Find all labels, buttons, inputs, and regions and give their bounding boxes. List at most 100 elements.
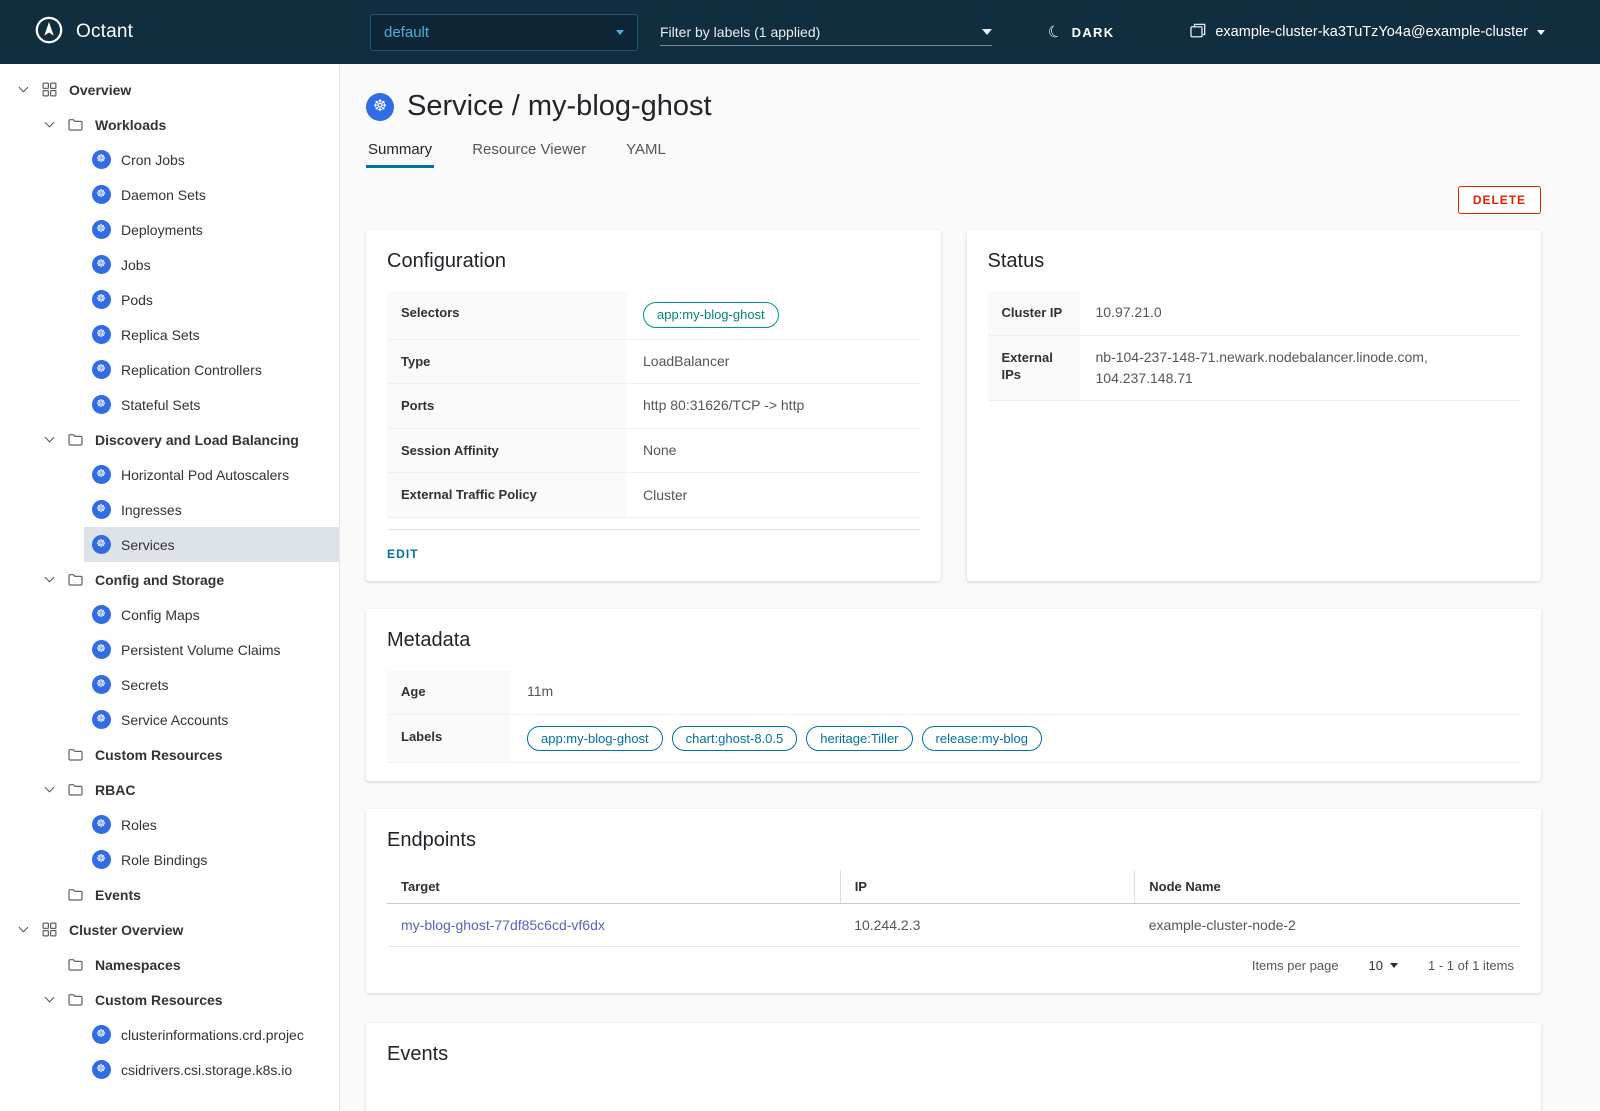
sidebar-item-label: Secrets: [121, 677, 168, 693]
endpoint-target-link[interactable]: my-blog-ghost-77df85c6cd-vf6dx: [401, 917, 605, 933]
sidebar-item-label: Persistent Volume Claims: [121, 642, 281, 658]
sidebar-item-label: Horizontal Pod Autoscalers: [121, 467, 289, 483]
applications-icon: [36, 82, 62, 97]
resource-icon: ☸: [88, 675, 114, 694]
configuration-card: Configuration Selectorsapp:my-blog-ghost…: [366, 230, 941, 581]
resource-icon: ☸: [88, 395, 114, 414]
row-value: http 80:31626/TCP -> http: [627, 384, 920, 428]
label-tag[interactable]: release:my-blog: [922, 726, 1043, 752]
delete-button[interactable]: DELETE: [1458, 186, 1541, 214]
sidebar-item-label: Overview: [69, 82, 131, 98]
label-tag[interactable]: heritage:Tiller: [806, 726, 912, 752]
row-label: Selectors: [387, 291, 627, 339]
label-tag[interactable]: app:my-blog-ghost: [527, 726, 663, 752]
sidebar-item-overview[interactable]: Overview: [0, 72, 339, 107]
sidebar-item-workloads[interactable]: Workloads: [0, 107, 339, 142]
sidebar-item-label: Custom Resources: [95, 747, 223, 763]
resource-icon: ☸: [88, 535, 114, 554]
sidebar-item-replication-controllers[interactable]: ☸Replication Controllers: [0, 352, 339, 387]
sidebar-item-csidrivers-csi-storage-k8s-io[interactable]: ☸csidrivers.csi.storage.k8s.io: [0, 1052, 339, 1087]
page-title-text: Service / my-blog-ghost: [407, 90, 712, 123]
sidebar-item-role-bindings[interactable]: ☸Role Bindings: [0, 842, 339, 877]
sidebar-item-config-and-storage[interactable]: Config and Storage: [0, 562, 339, 597]
resource-icon: ☸: [88, 325, 114, 344]
sidebar-item-label: Service Accounts: [121, 712, 228, 728]
resource-icon: ☸: [88, 850, 114, 869]
summary-row: External Traffic PolicyCluster: [387, 473, 920, 518]
sidebar-item-label: Workloads: [95, 117, 166, 133]
sidebar-item-label: Custom Resources: [95, 992, 223, 1008]
label-tag[interactable]: chart:ghost-8.0.5: [672, 726, 798, 752]
row-value: 11m: [511, 670, 1520, 714]
sidebar-item-service-accounts[interactable]: ☸Service Accounts: [0, 702, 339, 737]
tab-summary[interactable]: Summary: [366, 141, 434, 168]
sidebar-item-custom-resources[interactable]: Custom Resources: [0, 737, 339, 772]
resource-icon: ☸: [88, 360, 114, 379]
row-value: 10.97.21.0: [1080, 291, 1521, 335]
sidebar-item-label: Replica Sets: [121, 327, 200, 343]
folder-icon: [62, 748, 88, 761]
context-selector[interactable]: example-cluster-ka3TuTzYo4a@example-clus…: [1190, 0, 1545, 64]
sidebar-item-custom-resources[interactable]: Custom Resources: [0, 982, 339, 1017]
sidebar-item-label: csidrivers.csi.storage.k8s.io: [121, 1062, 292, 1078]
status-rows: Cluster IP10.97.21.0External IPsnb-104-2…: [988, 291, 1521, 401]
applications-icon: [36, 922, 62, 937]
sidebar-item-namespaces[interactable]: Namespaces: [0, 947, 339, 982]
tab-yaml[interactable]: YAML: [624, 141, 668, 168]
events-card: Events: [366, 1023, 1541, 1111]
chevron-down-icon: [36, 998, 62, 1001]
resource-icon: ☸: [88, 150, 114, 169]
sidebar-item-horizontal-pod-autoscalers[interactable]: ☸ Horizontal Pod Autoscalers: [0, 457, 339, 492]
sidebar-item-label: Cluster Overview: [69, 922, 183, 938]
edit-link[interactable]: EDIT: [387, 547, 419, 561]
sidebar-item-cron-jobs[interactable]: ☸ Cron Jobs: [0, 142, 339, 177]
label-filter[interactable]: Filter by labels (1 applied): [660, 19, 992, 46]
sidebar-item-rbac[interactable]: RBAC: [0, 772, 339, 807]
brand[interactable]: Octant: [34, 0, 133, 64]
tab-resource-viewer[interactable]: Resource Viewer: [470, 141, 588, 168]
sidebar-item-deployments[interactable]: ☸Deployments: [0, 212, 339, 247]
sidebar-item-daemon-sets[interactable]: ☸Daemon Sets: [0, 177, 339, 212]
namespace-select[interactable]: default: [370, 14, 638, 51]
sidebar-item-label: Services: [121, 537, 175, 553]
sidebar-item-stateful-sets[interactable]: ☸Stateful Sets: [0, 387, 339, 422]
table-row: my-blog-ghost-77df85c6cd-vf6dx 10.244.2.3…: [387, 904, 1520, 947]
sidebar-item-discovery-and-load-balancing[interactable]: Discovery and Load Balancing: [0, 422, 339, 457]
tabs: Summary Resource Viewer YAML: [366, 141, 1541, 168]
summary-row: Cluster IP10.97.21.0: [988, 291, 1521, 336]
page-size-select[interactable]: 10: [1369, 958, 1398, 973]
sidebar-item-pods[interactable]: ☸Pods: [0, 282, 339, 317]
sidebar-item-label: Events: [95, 887, 141, 903]
sidebar-item-cluster-overview[interactable]: Cluster Overview: [0, 912, 339, 947]
metadata-rows: Age 11m Labels app:my-blog-ghostchart:gh…: [387, 670, 1520, 763]
sidebar-item-ingresses[interactable]: ☸Ingresses: [0, 492, 339, 527]
sidebar-item-config-maps[interactable]: ☸Config Maps: [0, 597, 339, 632]
folder-icon: [62, 433, 88, 446]
pagination-range: 1 - 1 of 1 items: [1428, 958, 1514, 973]
endpoint-ip: 10.244.2.3: [840, 904, 1135, 947]
selector-tag[interactable]: app:my-blog-ghost: [643, 302, 779, 328]
row-value: nb-104-237-148-71.newark.nodebalancer.li…: [1080, 336, 1521, 400]
sidebar-item-roles[interactable]: ☸Roles: [0, 807, 339, 842]
chevron-down-icon: [10, 928, 36, 931]
sidebar-item-replica-sets[interactable]: ☸ Replica Sets: [0, 317, 339, 352]
sidebar-item-events[interactable]: Events: [0, 877, 339, 912]
column-header-node-name: Node Name: [1135, 870, 1520, 904]
resource-icon: ☸: [88, 465, 114, 484]
sidebar-item-secrets[interactable]: ☸ Secrets: [0, 667, 339, 702]
sidebar-item-clusterinformations-crd-projec[interactable]: ☸clusterinformations.crd.projec: [0, 1017, 339, 1052]
sidebar-item-jobs[interactable]: ☸Jobs: [0, 247, 339, 282]
folder-icon: [62, 783, 88, 796]
sidebar-item-persistent-volume-claims[interactable]: ☸Persistent Volume Claims: [0, 632, 339, 667]
sidebar-item-services[interactable]: ☸ Services: [0, 527, 339, 562]
app-title: Octant: [76, 21, 133, 43]
resource-icon: ☸: [88, 220, 114, 239]
chevron-down-icon: [36, 438, 62, 441]
sidebar-item-label: Config and Storage: [95, 572, 224, 588]
row-value: None: [627, 429, 920, 473]
theme-toggle[interactable]: ☾ DARK: [1048, 0, 1114, 64]
theme-toggle-label: DARK: [1072, 25, 1115, 40]
sidebar-item-label: Cron Jobs: [121, 152, 185, 168]
sidebar-item-label: Roles: [121, 817, 157, 833]
metadata-labels-row: Labels app:my-blog-ghostchart:ghost-8.0.…: [387, 715, 1520, 764]
